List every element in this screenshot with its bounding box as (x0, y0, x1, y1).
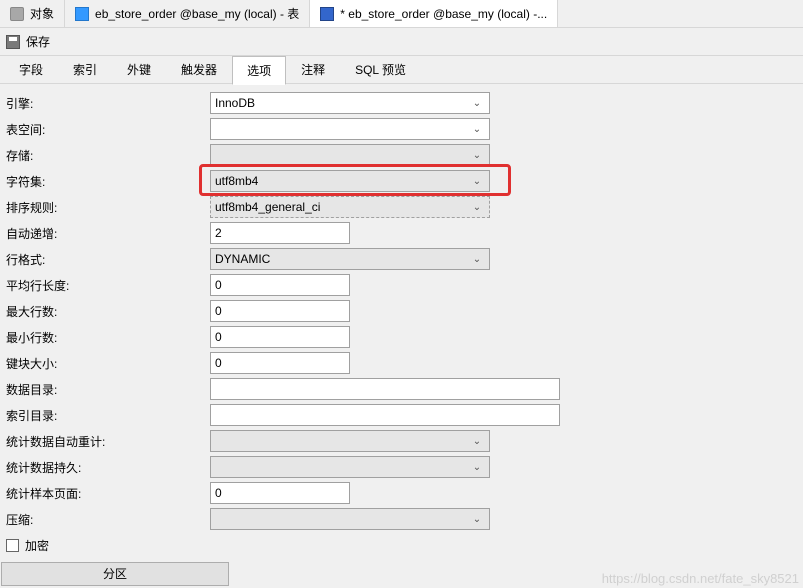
tab-object-label: 对象 (30, 5, 54, 22)
save-icon (6, 35, 20, 49)
chevron-down-icon: ⌄ (469, 202, 485, 213)
max-rows-value: 0 (215, 304, 222, 318)
chevron-down-icon: ⌄ (469, 98, 485, 109)
encrypt-checkbox[interactable] (6, 539, 19, 552)
stats-sample-input[interactable]: 0 (210, 482, 350, 504)
top-tab-bar: 对象 eb_store_order @base_my (local) - 表 *… (0, 0, 803, 28)
stats-auto-dropdown[interactable]: ⌄ (210, 430, 490, 452)
collation-value: utf8mb4_general_ci (215, 200, 320, 214)
chevron-down-icon: ⌄ (469, 124, 485, 135)
auto-increment-value: 2 (215, 226, 222, 240)
tab-table-2-label: * eb_store_order @base_my (local) -... (340, 7, 547, 21)
data-dir-input[interactable] (210, 378, 560, 400)
avg-row-len-value: 0 (215, 278, 222, 292)
label-max-rows: 最大行数: (6, 303, 210, 320)
engine-value: InnoDB (215, 96, 255, 110)
label-compress: 压缩: (6, 511, 210, 528)
chevron-down-icon: ⌄ (469, 514, 485, 525)
tab-table-1-label: eb_store_order @base_my (local) - 表 (95, 5, 299, 22)
storage-dropdown[interactable]: ⌄ (210, 144, 490, 166)
subtab-options-active[interactable]: 选项 (232, 56, 286, 85)
label-avg-row-len: 平均行长度: (6, 277, 210, 294)
label-tablespace: 表空间: (6, 121, 210, 138)
label-stats-sample: 统计样本页面: (6, 485, 210, 502)
index-dir-input[interactable] (210, 404, 560, 426)
chevron-down-icon: ⌄ (469, 176, 485, 187)
tab-table-1[interactable]: eb_store_order @base_my (local) - 表 (65, 0, 310, 27)
subtab-fields[interactable]: 字段 (4, 55, 58, 84)
tablespace-dropdown[interactable]: ⌄ (210, 118, 490, 140)
label-data-dir: 数据目录: (6, 381, 210, 398)
compress-dropdown[interactable]: ⌄ (210, 508, 490, 530)
label-row-format: 行格式: (6, 251, 210, 268)
object-icon (10, 7, 24, 21)
table-icon (75, 7, 89, 21)
row-format-dropdown[interactable]: DYNAMIC ⌄ (210, 248, 490, 270)
partition-button[interactable]: 分区 (1, 562, 229, 586)
subtab-triggers[interactable]: 触发器 (166, 55, 232, 84)
label-engine: 引擎: (6, 95, 210, 112)
max-rows-input[interactable]: 0 (210, 300, 350, 322)
charset-dropdown[interactable]: utf8mb4 ⌄ (210, 170, 490, 192)
label-auto-increment: 自动递增: (6, 225, 210, 242)
label-index-dir: 索引目录: (6, 407, 210, 424)
engine-dropdown[interactable]: InnoDB ⌄ (210, 92, 490, 114)
label-storage: 存储: (6, 147, 210, 164)
label-stats-persist: 统计数据持久: (6, 459, 210, 476)
label-collation: 排序规则: (6, 199, 210, 216)
chevron-down-icon: ⌄ (469, 462, 485, 473)
save-button[interactable]: 保存 (26, 33, 50, 50)
key-block-value: 0 (215, 356, 222, 370)
label-min-rows: 最小行数: (6, 329, 210, 346)
key-block-input[interactable]: 0 (210, 352, 350, 374)
charset-value: utf8mb4 (215, 174, 258, 188)
collation-dropdown[interactable]: utf8mb4_general_ci ⌄ (210, 196, 490, 218)
avg-row-len-input[interactable]: 0 (210, 274, 350, 296)
label-encrypt: 加密 (25, 537, 49, 554)
toolbar: 保存 (0, 28, 803, 56)
table-icon (320, 7, 334, 21)
subtab-sql[interactable]: SQL 预览 (340, 55, 421, 84)
options-form: 引擎: InnoDB ⌄ 表空间: ⌄ 存储: ⌄ 字符集: utf8mb4 ⌄… (0, 84, 803, 586)
row-format-value: DYNAMIC (215, 252, 270, 266)
label-charset: 字符集: (6, 173, 210, 190)
auto-increment-input[interactable]: 2 (210, 222, 350, 244)
tab-object[interactable]: 对象 (0, 0, 65, 27)
chevron-down-icon: ⌄ (469, 150, 485, 161)
label-key-block: 键块大小: (6, 355, 210, 372)
min-rows-value: 0 (215, 330, 222, 344)
stats-sample-value: 0 (215, 486, 222, 500)
label-stats-auto: 统计数据自动重计: (6, 433, 210, 450)
stats-persist-dropdown[interactable]: ⌄ (210, 456, 490, 478)
subtab-indexes[interactable]: 索引 (58, 55, 112, 84)
chevron-down-icon: ⌄ (469, 436, 485, 447)
chevron-down-icon: ⌄ (469, 254, 485, 265)
min-rows-input[interactable]: 0 (210, 326, 350, 348)
tab-table-2-active[interactable]: * eb_store_order @base_my (local) -... (310, 0, 558, 27)
subtab-fk[interactable]: 外键 (112, 55, 166, 84)
sub-tab-bar: 字段 索引 外键 触发器 选项 注释 SQL 预览 (0, 56, 803, 84)
subtab-comment[interactable]: 注释 (286, 55, 340, 84)
